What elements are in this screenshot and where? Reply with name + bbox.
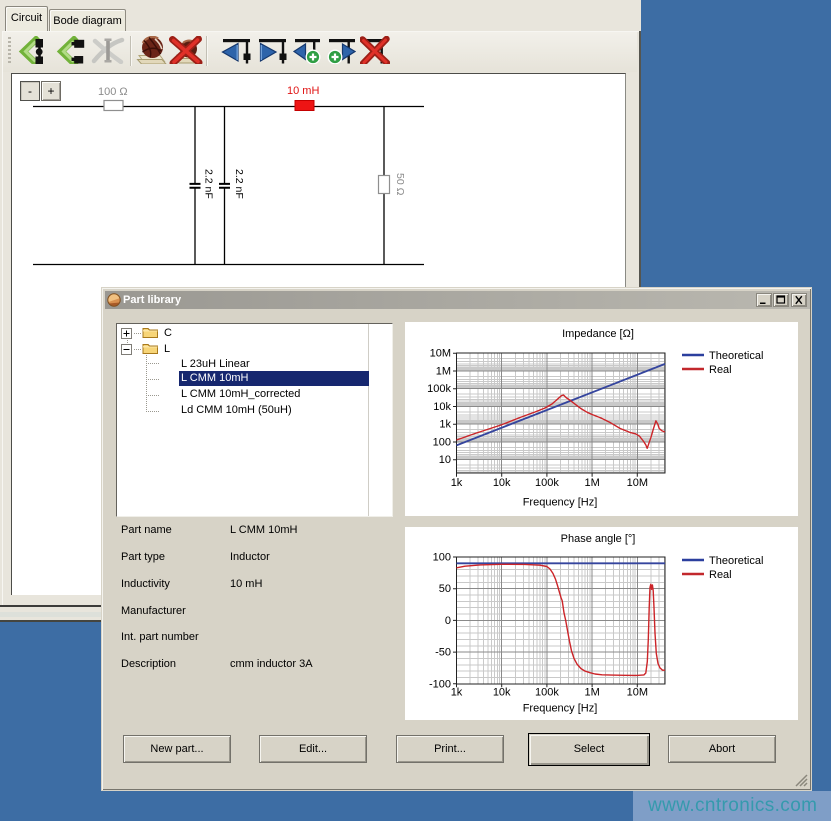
svg-text:1k: 1k [451, 687, 463, 699]
svg-text:100k: 100k [535, 687, 559, 699]
svg-text:10M: 10M [627, 687, 648, 699]
svg-text:2.2 nF: 2.2 nF [203, 169, 215, 199]
svg-text:Frequency [Hz]: Frequency [Hz] [523, 703, 598, 715]
svg-text:100 Ω: 100 Ω [98, 86, 128, 98]
svg-text:50 Ω: 50 Ω [394, 173, 406, 196]
svg-text:10k: 10k [493, 687, 511, 699]
svg-text:-50: -50 [435, 647, 451, 659]
svg-text:10 mH: 10 mH [287, 85, 319, 97]
svg-text:1M: 1M [584, 687, 599, 699]
svg-text:-100: -100 [429, 678, 451, 690]
svg-text:Real: Real [709, 569, 732, 581]
svg-text:2.2 nF: 2.2 nF [233, 169, 245, 199]
svg-text:Theoretical: Theoretical [709, 350, 763, 362]
svg-text:Theoretical: Theoretical [709, 555, 763, 567]
svg-text:Real: Real [709, 364, 732, 376]
